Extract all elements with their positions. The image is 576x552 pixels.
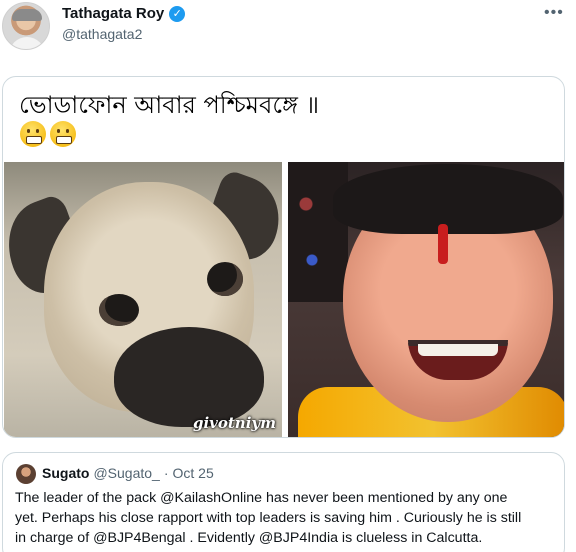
man-hair — [333, 164, 563, 234]
man-teeth — [418, 344, 498, 356]
tweet-header: Tathagata Roy ✓ @tathagata2 ••• — [0, 0, 576, 60]
media-card[interactable]: ভোডাফোন আবার পশ্চিমবঙ্গে ॥ givotniym — [2, 76, 565, 438]
quoted-tweet[interactable]: Sugato @Sugato_ · Oct 25 The leader of t… — [2, 452, 565, 552]
image-watermark: givotniym — [192, 414, 276, 432]
pug-eye-right — [207, 262, 243, 296]
author-name-row: Tathagata Roy ✓ — [62, 5, 186, 22]
quoted-author-avatar[interactable] — [16, 464, 36, 484]
pug-muzzle — [114, 327, 264, 427]
author-handle[interactable]: @tathagata2 — [62, 26, 142, 42]
quoted-text-line: The leader of the pack @KailashOnline ha… — [15, 490, 508, 506]
emoji-row — [20, 121, 76, 147]
more-options-icon[interactable]: ••• — [544, 4, 564, 22]
pug-eye-left — [99, 294, 139, 326]
quoted-tweet-header: Sugato @Sugato_ · Oct 25 — [42, 465, 214, 481]
tilak-mark — [438, 224, 448, 264]
quoted-tweet-date[interactable]: Oct 25 — [173, 465, 214, 481]
quoted-author-handle[interactable]: @Sugato_ — [93, 465, 159, 481]
grimace-icon — [20, 121, 46, 147]
avatar-shirt — [9, 37, 45, 49]
background-lights — [288, 162, 348, 302]
quoted-tweet-text: The leader of the pack @KailashOnline ha… — [15, 488, 555, 548]
quoted-author-name[interactable]: Sugato — [42, 465, 89, 481]
grimace-icon — [50, 121, 76, 147]
author-avatar[interactable] — [2, 2, 50, 50]
meta-separator: · — [163, 465, 169, 481]
avatar-hair — [12, 9, 42, 21]
pug-image[interactable]: givotniym — [4, 162, 282, 437]
man-image[interactable] — [288, 162, 564, 437]
quoted-text-line: in charge of @BJP4Bengal . Evidently @BJ… — [15, 530, 483, 546]
quoted-text-line: yet. Perhaps his close rapport with top … — [15, 510, 522, 526]
author-display-name[interactable]: Tathagata Roy — [62, 5, 164, 22]
verified-badge-icon: ✓ — [169, 5, 186, 22]
